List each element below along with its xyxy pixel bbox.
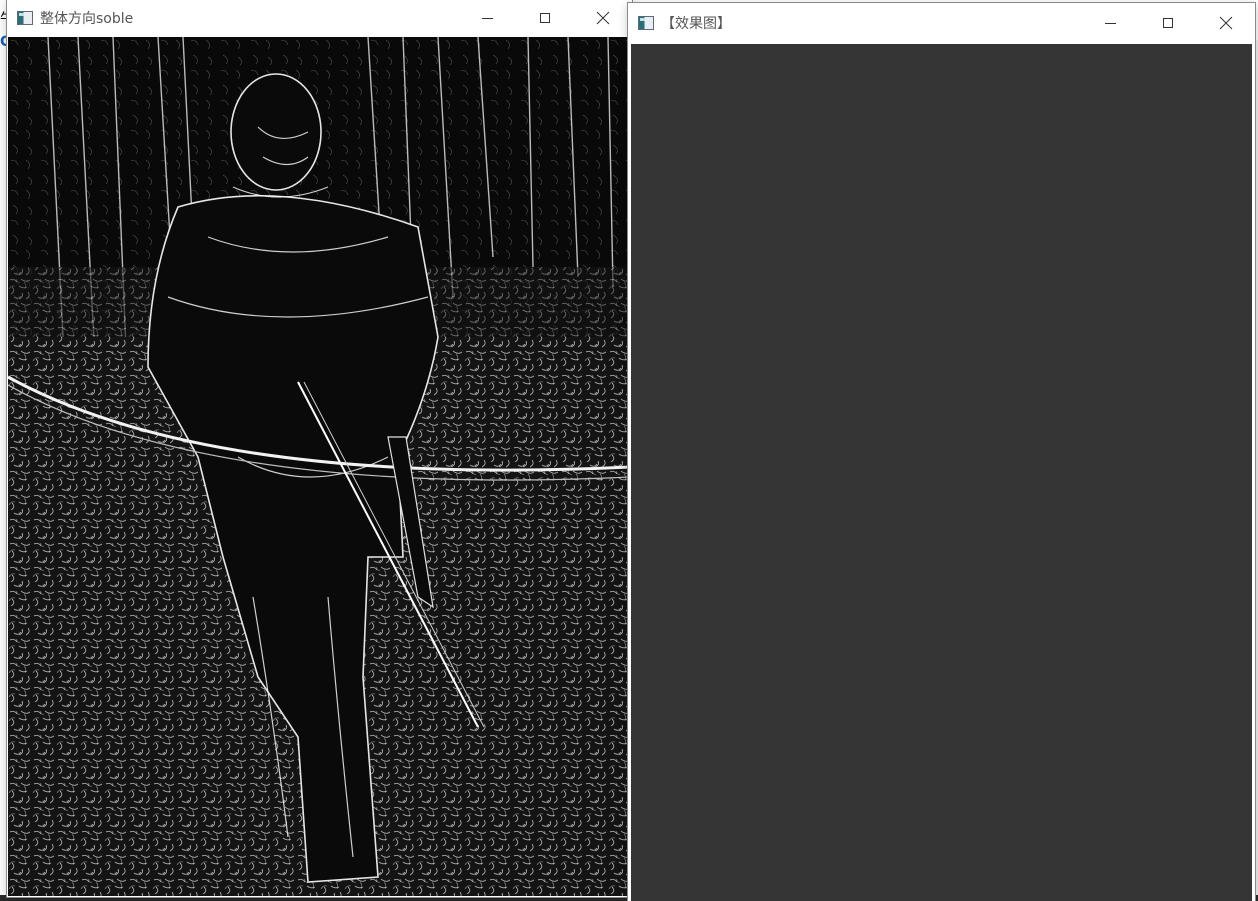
opencv-window-icon xyxy=(638,16,654,30)
opencv-window-icon xyxy=(17,11,33,25)
minimize-button[interactable] xyxy=(1081,3,1139,43)
window-controls xyxy=(1081,3,1255,43)
minimize-icon xyxy=(1104,22,1116,24)
result-canvas xyxy=(631,44,1252,901)
minimize-button[interactable] xyxy=(458,0,516,36)
window-title: 整体方向soble xyxy=(40,11,134,27)
window-title: 【效果图】 xyxy=(661,16,731,32)
sobel-window-titlebar[interactable]: 整体方向soble xyxy=(7,0,632,36)
close-icon xyxy=(1219,16,1233,30)
close-icon xyxy=(596,11,610,25)
minimize-icon xyxy=(481,17,493,19)
result-window-titlebar[interactable]: 【效果图】 xyxy=(628,3,1255,43)
sobel-window[interactable]: 整体方向soble xyxy=(7,0,632,897)
maximize-icon xyxy=(1163,18,1173,28)
window-controls xyxy=(458,0,632,36)
maximize-icon xyxy=(540,13,550,23)
maximize-button[interactable] xyxy=(516,0,574,36)
edge-image-art xyxy=(8,37,631,896)
close-button[interactable] xyxy=(574,0,632,36)
close-button[interactable] xyxy=(1197,3,1255,43)
desktop: 牛 C 整体方向soble xyxy=(0,0,1258,901)
result-window[interactable]: 【效果图】 xyxy=(628,3,1255,901)
sobel-edge-image xyxy=(8,37,631,896)
maximize-button[interactable] xyxy=(1139,3,1197,43)
